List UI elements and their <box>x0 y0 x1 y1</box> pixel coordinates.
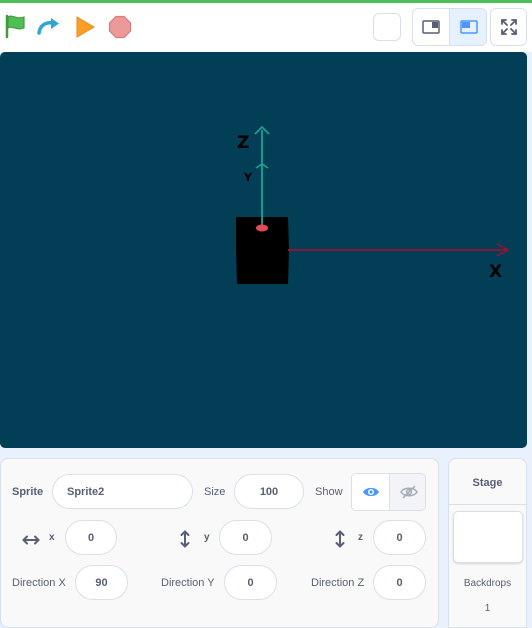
stage-divider <box>449 504 526 505</box>
axis-x-label: X <box>489 262 502 282</box>
sprite-name-input[interactable]: Sprite2 <box>52 474 193 509</box>
sprite-info-panel: Sprite Sprite2 Size 100 Show x 0 y 0 z 0… <box>0 458 439 628</box>
size-label: Size <box>204 486 226 498</box>
direction-x-input[interactable]: 90 <box>75 565 128 600</box>
y-label: y <box>204 532 210 543</box>
stage-thumbnail[interactable] <box>453 511 523 563</box>
large-stage-icon <box>459 20 478 34</box>
z-label: z <box>358 532 363 543</box>
green-flag-icon <box>5 14 25 39</box>
axis-z-label: Z <box>237 133 249 153</box>
small-stage-icon <box>422 20 440 34</box>
x-label: x <box>49 532 55 543</box>
visibility-toggle <box>351 473 426 511</box>
y-input[interactable]: 0 <box>219 520 272 555</box>
axis-y-label: Y <box>243 171 253 184</box>
backdrops-count: 1 <box>484 603 491 614</box>
show-label: Show <box>315 486 343 498</box>
x-arrows-icon <box>22 535 40 545</box>
stage-toolbar <box>0 3 532 52</box>
z-input[interactable]: 0 <box>373 520 426 555</box>
z-arrows-icon <box>335 530 345 548</box>
show-hidden-button[interactable] <box>390 474 425 510</box>
direction-y-input[interactable]: 0 <box>224 565 277 600</box>
play-button[interactable] <box>74 15 96 39</box>
stop-button[interactable] <box>108 15 132 39</box>
stage-size-toggle <box>412 8 487 46</box>
eye-hidden-icon <box>399 485 418 499</box>
small-stage-button[interactable] <box>413 9 450 45</box>
direction-z-label: Direction Z <box>311 577 365 589</box>
green-flag-button[interactable] <box>3 13 27 39</box>
backdrops-label: Backdrops <box>463 578 512 589</box>
redo-icon <box>37 18 59 35</box>
fullscreen-icon <box>500 19 517 35</box>
stage-selector-panel[interactable]: Stage Backdrops 1 <box>448 458 527 628</box>
blank-mode-button[interactable] <box>373 13 401 41</box>
stage-3d-view: Z Y X <box>236 125 510 284</box>
y-arrows-icon <box>180 530 190 548</box>
x-input[interactable]: 0 <box>65 520 117 555</box>
play-icon <box>76 16 95 38</box>
show-visible-button[interactable] <box>352 474 390 510</box>
size-input[interactable]: 100 <box>234 474 304 509</box>
stop-icon <box>108 15 132 39</box>
redo-button[interactable] <box>36 15 64 37</box>
direction-x-label: Direction X <box>12 577 66 589</box>
stage-canvas[interactable]: Z Y X <box>0 52 527 448</box>
eye-icon <box>362 487 379 497</box>
sprite-label: Sprite <box>12 486 44 498</box>
stage-title: Stage <box>472 477 503 489</box>
large-stage-button[interactable] <box>450 9 486 45</box>
fullscreen-button[interactable] <box>490 8 527 46</box>
direction-z-input[interactable]: 0 <box>373 565 426 600</box>
origin-marker <box>256 224 268 232</box>
direction-y-label: Direction Y <box>161 577 215 589</box>
